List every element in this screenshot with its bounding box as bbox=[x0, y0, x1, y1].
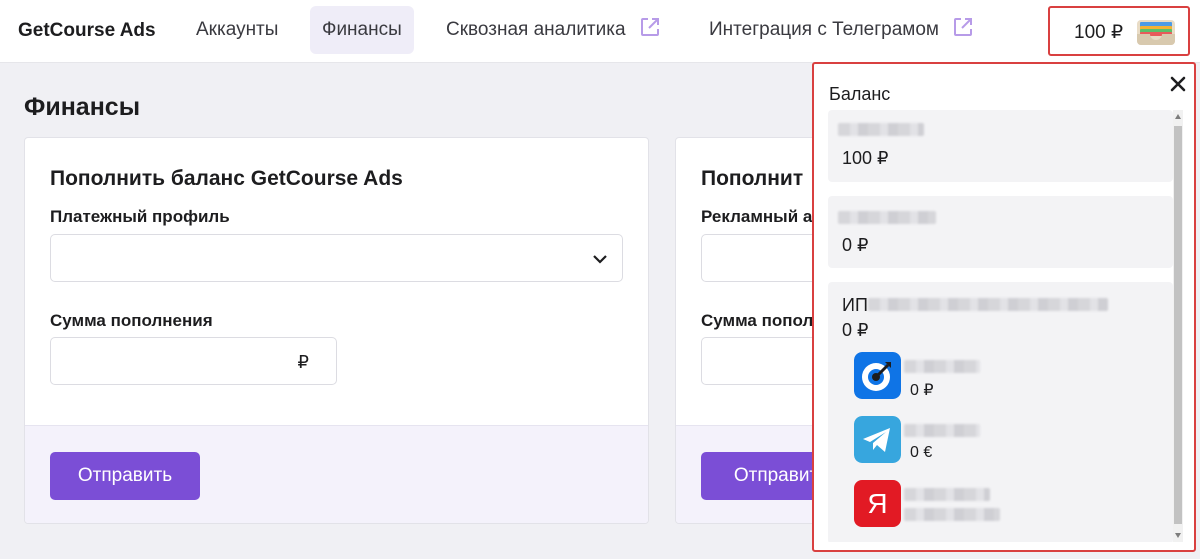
balance-item: 0 ₽ bbox=[828, 196, 1173, 268]
card-title: Пополнит bbox=[701, 167, 804, 190]
page-title: Финансы bbox=[24, 93, 141, 121]
balance-amount: 100 ₽ bbox=[1074, 22, 1124, 43]
sub-account-amount: 0 ₽ bbox=[910, 382, 934, 399]
topup-amount-label: Сумма пополнения bbox=[50, 311, 213, 330]
card-footer: Отправить bbox=[25, 425, 648, 523]
brand-logo[interactable]: GetCourse Ads bbox=[18, 20, 156, 42]
nav-accounts-label: Аккаунты bbox=[196, 19, 279, 40]
balance-item: 100 ₽ bbox=[828, 110, 1173, 182]
blurred-account-name bbox=[904, 424, 980, 437]
nav-telegram-label: Интеграция с Телеграмом bbox=[709, 19, 939, 40]
payment-profile-select[interactable] bbox=[50, 234, 623, 282]
topup-ad-account-card: Пополнит Рекламный а Сумма попол Отправи… bbox=[675, 137, 835, 524]
scrollbar-thumb[interactable] bbox=[1174, 126, 1182, 524]
scroll-down-arrow[interactable] bbox=[1175, 533, 1181, 538]
nav-accounts[interactable]: Аккаунты bbox=[184, 6, 290, 54]
balance-item: ИП 0 ₽ 0 ₽ 0 € Я bbox=[828, 282, 1173, 542]
chevron-down-icon bbox=[593, 255, 607, 264]
close-icon[interactable] bbox=[1168, 74, 1188, 94]
wallet-icon bbox=[1137, 20, 1175, 45]
nav-analytics-label: Сквозная аналитика bbox=[446, 19, 626, 40]
balance-list[interactable]: 100 ₽ 0 ₽ ИП 0 ₽ 0 ₽ 0 € Я bbox=[828, 110, 1173, 542]
external-link-icon bbox=[640, 18, 659, 36]
nav-telegram-integration[interactable]: Интеграция с Телеграмом bbox=[697, 6, 986, 54]
nav-finance[interactable]: Финансы bbox=[310, 6, 414, 54]
target-dart-icon bbox=[854, 352, 901, 399]
yandex-icon: Я bbox=[854, 480, 901, 527]
sub-account-item: Я bbox=[854, 480, 1154, 530]
sub-account-item: 0 ₽ bbox=[854, 352, 1154, 402]
balance-button[interactable]: 100 ₽ bbox=[1048, 6, 1190, 56]
blurred-account-name bbox=[868, 298, 1108, 311]
blurred-account-name bbox=[838, 211, 936, 224]
sub-account-amount: 0 € bbox=[910, 444, 933, 461]
card-title: Пополнить баланс GetCourse Ads bbox=[50, 167, 403, 190]
card-footer: Отправит bbox=[676, 425, 834, 523]
payment-profile-label: Платежный профиль bbox=[50, 207, 230, 226]
balance-item-amount: 100 ₽ bbox=[842, 148, 889, 168]
nav-finance-label: Финансы bbox=[322, 19, 402, 40]
blurred-account-name bbox=[838, 123, 924, 136]
popover-title: Баланс bbox=[829, 84, 891, 104]
ad-account-label: Рекламный а bbox=[701, 207, 813, 226]
popover-scrollbar[interactable] bbox=[1173, 110, 1183, 542]
external-link-icon bbox=[954, 18, 973, 36]
currency-symbol: ₽ bbox=[297, 352, 309, 372]
blurred-amount bbox=[904, 508, 1000, 521]
sub-account-item: 0 € bbox=[854, 416, 1154, 466]
legal-entity-prefix: ИП bbox=[842, 295, 868, 315]
balance-item-amount: 0 ₽ bbox=[842, 320, 869, 340]
nav-analytics[interactable]: Сквозная аналитика bbox=[434, 6, 673, 54]
submit-button[interactable]: Отправить bbox=[50, 452, 200, 500]
blurred-account-name bbox=[904, 360, 980, 373]
topup-amount-input[interactable]: ₽ bbox=[50, 337, 337, 385]
topup-amount-label: Сумма попол bbox=[701, 311, 814, 330]
topup-balance-card: Пополнить баланс GetCourse Ads Платежный… bbox=[24, 137, 649, 524]
blurred-account-name bbox=[904, 488, 990, 501]
scroll-up-arrow[interactable] bbox=[1175, 114, 1181, 119]
top-navigation: GetCourse Ads Аккаунты Финансы Сквозная … bbox=[0, 0, 1200, 63]
balance-popover: Баланс 100 ₽ 0 ₽ ИП 0 ₽ 0 ₽ 0 € Я bbox=[812, 62, 1196, 552]
balance-item-amount: 0 ₽ bbox=[842, 235, 869, 255]
telegram-icon bbox=[854, 416, 901, 463]
